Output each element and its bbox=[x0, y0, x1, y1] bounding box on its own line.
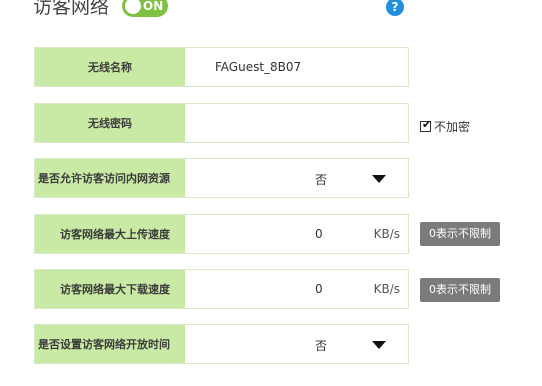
toggle-label: ON bbox=[143, 0, 164, 13]
intranet-access-row: 是否允许访客访问内网资源 否 bbox=[34, 158, 409, 198]
guest-network-toggle[interactable]: ON bbox=[122, 0, 168, 17]
intranet-access-value: 否 bbox=[315, 173, 328, 187]
upload-speed-label: 访客网络最大上传速度 bbox=[35, 215, 185, 253]
download-speed-value: 0 bbox=[315, 282, 323, 296]
download-unlimited-hint: 0表示不限制 bbox=[420, 278, 500, 302]
ssid-label: 无线名称 bbox=[35, 48, 185, 86]
guest-network-settings: 访客网络 ON ? 无线名称 FAGuest_8B07 无线密码 ✔ 不加密 是… bbox=[0, 0, 542, 386]
help-icon[interactable]: ? bbox=[386, 0, 404, 16]
upload-speed-value: 0 bbox=[315, 227, 323, 241]
intranet-access-label: 是否允许访客访问内网资源 bbox=[35, 159, 185, 197]
upload-speed-input[interactable]: 0 KB/s bbox=[185, 215, 408, 253]
upload-speed-row: 访客网络最大上传速度 0 KB/s bbox=[34, 214, 409, 254]
toggle-knob bbox=[125, 0, 141, 14]
password-input[interactable] bbox=[185, 104, 408, 142]
no-encryption-checkbox[interactable]: ✔ bbox=[420, 118, 432, 132]
no-encryption-label: 不加密 bbox=[434, 120, 471, 134]
upload-unlimited-hint: 0表示不限制 bbox=[420, 222, 500, 246]
open-time-row: 是否设置访客网络开放时间 否 bbox=[34, 324, 409, 364]
password-label: 无线密码 bbox=[35, 104, 185, 142]
no-encryption-option[interactable]: ✔ 不加密 bbox=[420, 118, 470, 135]
intranet-access-select[interactable]: 否 bbox=[185, 159, 408, 197]
ssid-row: 无线名称 FAGuest_8B07 bbox=[34, 47, 409, 87]
open-time-select[interactable]: 否 bbox=[185, 325, 408, 363]
password-row: 无线密码 bbox=[34, 103, 409, 143]
open-time-value: 否 bbox=[315, 339, 328, 353]
download-speed-label: 访客网络最大下载速度 bbox=[35, 270, 185, 308]
download-speed-input[interactable]: 0 KB/s bbox=[185, 270, 408, 308]
ssid-input[interactable]: FAGuest_8B07 bbox=[185, 48, 408, 86]
dropdown-arrow-icon bbox=[372, 341, 386, 349]
check-icon: ✔ bbox=[422, 118, 432, 131]
dropdown-arrow-icon bbox=[372, 175, 386, 183]
download-speed-row: 访客网络最大下载速度 0 KB/s bbox=[34, 269, 409, 309]
page-title: 访客网络 bbox=[33, 0, 110, 18]
open-time-label: 是否设置访客网络开放时间 bbox=[35, 325, 185, 363]
download-speed-unit: KB/s bbox=[373, 282, 400, 296]
upload-speed-unit: KB/s bbox=[373, 227, 400, 241]
